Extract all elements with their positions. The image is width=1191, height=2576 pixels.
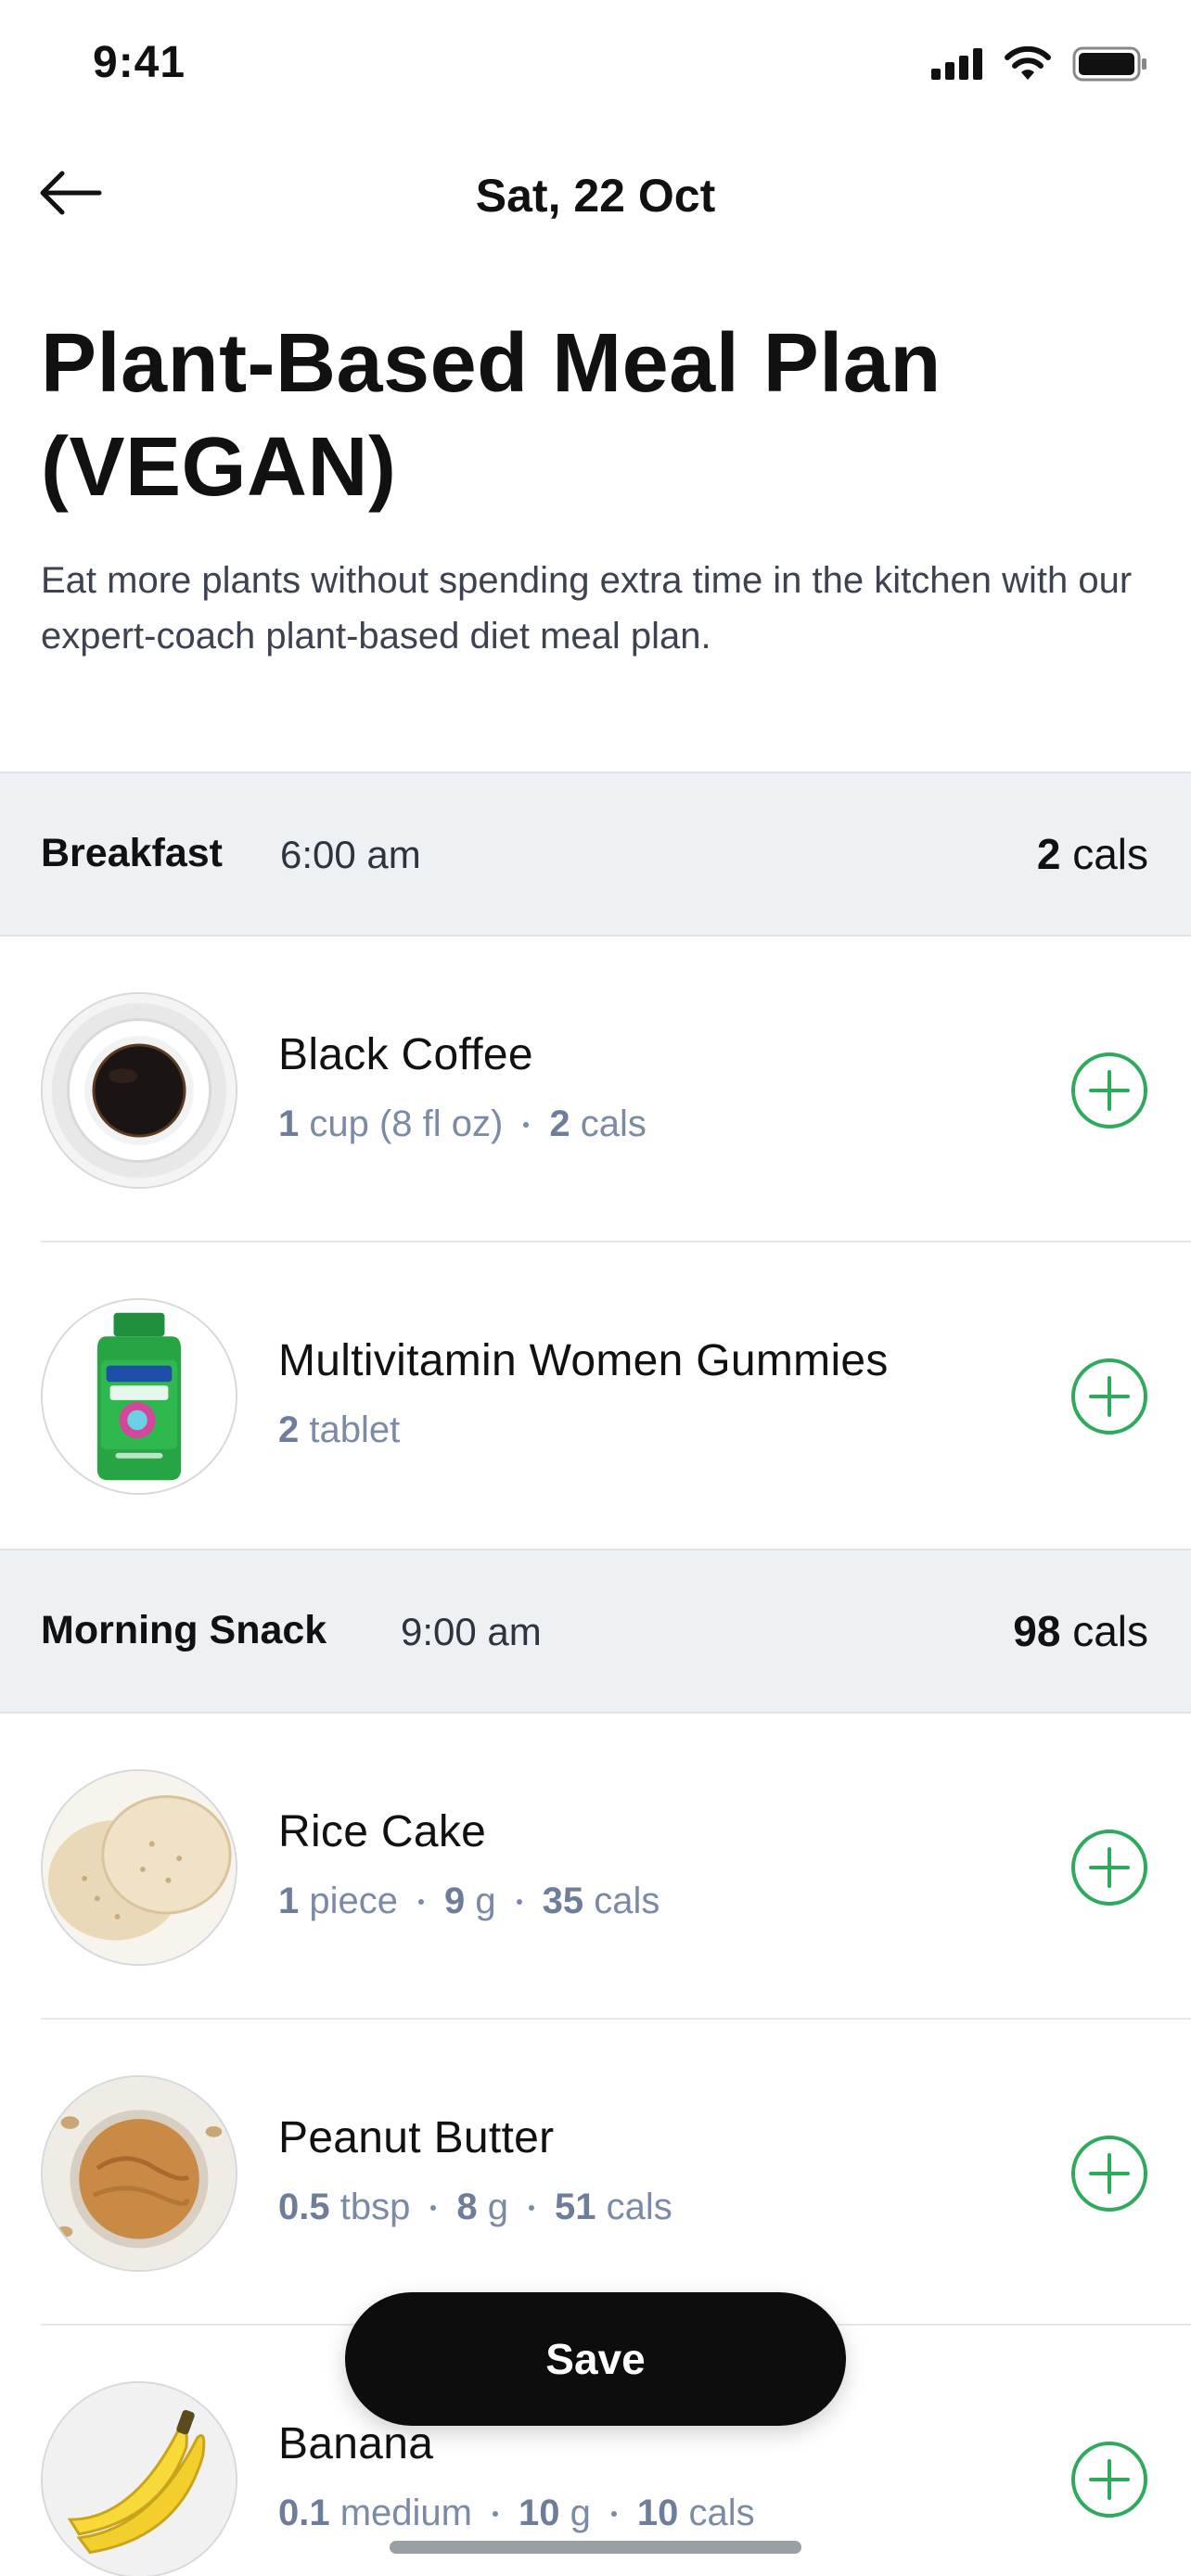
meta-calories: 35 [542,1881,584,1921]
section-calories-unit: cals [1072,830,1148,878]
plus-circle-icon[interactable] [1070,1358,1148,1435]
meta-unit: g [570,2493,591,2533]
food-meta: 1 cup (8 fl oz) 2 cals [278,1103,647,1145]
meta-amount: 0.5 [278,2187,330,2227]
meta-amount: 2 [278,1409,300,1450]
food-name: Rice Cake [278,1807,487,1856]
meta-unit: cals [580,1103,647,1144]
plus-circle-icon[interactable] [1070,1052,1148,1129]
section-calories-unit: cals [1072,1607,1148,1655]
meta-weight: 8 [456,2187,478,2227]
section-time: 9:00 am [401,1610,542,1653]
meta-unit: medium [339,2493,472,2533]
meta-unit: cals [606,2187,672,2227]
meta-calories: 51 [554,2187,596,2227]
status-bar: 9:41 [0,0,1191,130]
meta-unit: cals [594,1881,660,1921]
battery-icon [1072,46,1146,82]
meta-unit: tablet [309,1409,401,1450]
meta-calories: 10 [636,2493,679,2533]
section-calories-value: 98 [1013,1607,1061,1655]
meta-amount: 1 [278,1881,300,1921]
food-item-multivitamin[interactable]: Multivitamin Women Gummies 2 tablet [0,1243,1191,1549]
nav-date-title: Sat, 22 Oct [475,170,716,222]
meta-weight: 9 [444,1881,466,1921]
food-meta: 2 tablet [278,1409,400,1451]
home-indicator [390,2541,801,2554]
food-item-peanut-butter[interactable]: Peanut Butter 0.5 tbsp 8 g 51 cals [0,2020,1191,2326]
food-image-rice-cake [41,1769,237,1966]
status-time: 9:41 [93,38,186,87]
meta-calories: 2 [549,1103,570,1144]
meta-separator [516,1898,522,1905]
top-nav: Sat, 22 Oct [0,148,1191,241]
signal-icon [931,48,982,80]
section-header-breakfast: Breakfast 6:00 am 2 cals [0,772,1191,937]
food-name: Black Coffee [278,1030,533,1079]
section-name: Morning Snack [41,1608,327,1652]
meal-plan-screen: 9:41 Sat, 22 Oct Plant-Based Meal Plan (… [0,0,1191,2576]
meta-separator [528,2204,534,2211]
meta-unit: cup (8 fl oz) [309,1103,504,1144]
section-time: 6:00 am [280,833,421,876]
meta-unit: cals [688,2493,755,2533]
meta-unit: tbsp [339,2187,411,2227]
food-name: Multivitamin Women Gummies [278,1336,889,1385]
meta-separator [418,1898,424,1905]
food-image-black-coffee [41,992,237,1189]
meta-unit: piece [309,1881,398,1921]
plus-circle-icon[interactable] [1070,1829,1148,1906]
section-calories: 98 cals [1013,1606,1148,1656]
section-name: Breakfast [41,831,223,875]
plan-description: Eat more plants without spending extra t… [41,560,1133,657]
food-image-banana [41,2381,237,2576]
section-header-morning-snack: Morning Snack 9:00 am 98 cals [0,1549,1191,1714]
food-image-peanut-butter [41,2075,237,2272]
plus-circle-icon[interactable] [1070,2135,1148,2213]
meta-weight: 10 [519,2493,560,2533]
plus-circle-icon[interactable] [1070,2441,1148,2519]
save-button[interactable]: Save [345,2292,846,2426]
meta-unit: g [475,1881,496,1921]
meta-amount: 0.1 [278,2493,330,2533]
food-image-multivitamin [41,1298,237,1495]
meta-separator [523,1121,530,1128]
food-name: Banana [278,2419,434,2468]
food-item-black-coffee[interactable]: Black Coffee 1 cup (8 fl oz) 2 cals [0,937,1191,1243]
status-icons [931,46,1148,82]
meta-amount: 1 [278,1103,300,1144]
page-title-line-2: (VEGAN) [41,421,397,514]
food-meta: 0.5 tbsp 8 g 51 cals [278,2187,672,2228]
food-meta: 0.1 medium 10 g 10 cals [278,2493,755,2534]
page-title: Plant-Based Meal Plan (VEGAN) [41,312,1135,519]
meta-separator [493,2510,498,2517]
food-item-rice-cake[interactable]: Rice Cake 1 piece 9 g 35 cals [0,1714,1191,2020]
meta-unit: g [487,2187,508,2227]
wifi-icon [1005,46,1051,80]
section-calories: 2 cals [1037,829,1148,879]
food-name: Peanut Butter [278,2113,555,2162]
page-title-line-1: Plant-Based Meal Plan [41,317,941,410]
meta-separator [430,2204,437,2211]
section-calories-value: 2 [1036,830,1061,878]
meta-separator [610,2510,617,2517]
food-meta: 1 piece 9 g 35 cals [278,1881,660,1922]
